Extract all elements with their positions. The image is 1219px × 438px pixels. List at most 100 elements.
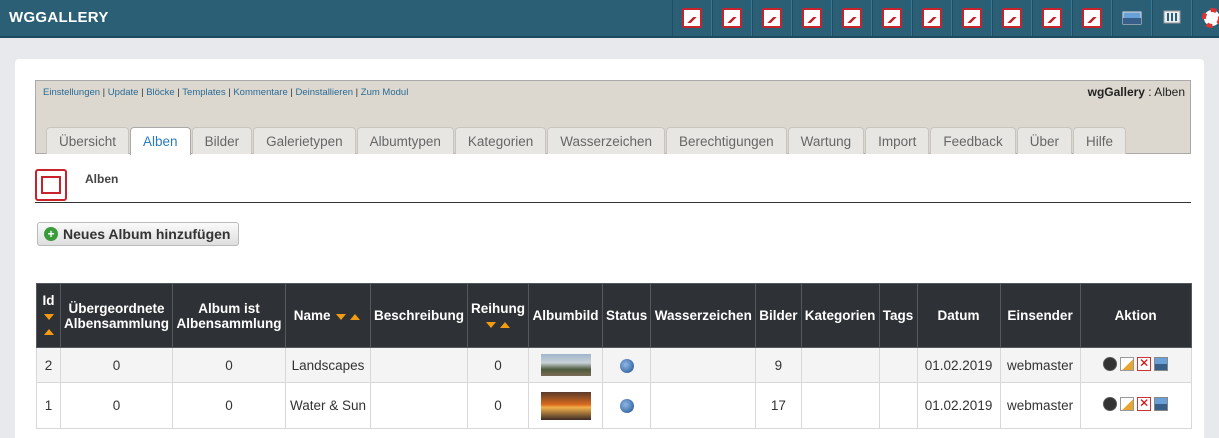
watermarks-icon[interactable] <box>912 0 952 36</box>
cell-status <box>602 347 652 383</box>
permissions-icon[interactable] <box>952 0 992 36</box>
edit-icon[interactable] <box>1120 397 1135 411</box>
tab-album-types[interactable]: Albumtypen <box>356 127 454 154</box>
images-icon[interactable] <box>752 0 792 36</box>
cell-actions <box>1079 347 1192 383</box>
link-templates[interactable]: Templates <box>182 87 225 98</box>
album-types-icon[interactable] <box>832 0 872 36</box>
help-lifebuoy-icon[interactable] <box>1192 0 1219 36</box>
table-header-row: Id Übergeordnete Albensammlung Album ist… <box>36 283 1192 348</box>
import-icon[interactable] <box>1032 0 1072 36</box>
status-online-icon[interactable] <box>619 358 634 373</box>
sort-asc-icon[interactable] <box>350 314 361 320</box>
link-uninstall[interactable]: Deinstallieren <box>295 87 353 98</box>
cell-submitter: webmaster <box>999 382 1081 429</box>
col-tags: Tags <box>878 283 918 348</box>
section-header: Alben <box>35 169 1191 203</box>
cell-date: 01.02.2019 <box>916 382 1001 429</box>
col-weight[interactable]: Reihung <box>467 283 530 348</box>
table-row: 2 0 0 Landscapes 0 9 01.02.2019 webmaste… <box>36 347 1192 383</box>
cell-id: 1 <box>36 382 61 429</box>
col-album-image: Albumbild <box>528 283 604 348</box>
col-parent: Übergeordnete Albensammlung <box>60 283 173 348</box>
tab-overview[interactable]: Übersicht <box>46 127 130 154</box>
link-blocks[interactable]: Blöcke <box>146 87 175 98</box>
link-comments[interactable]: Kommentare <box>233 87 287 98</box>
albums-table: Id Übergeordnete Albensammlung Album ist… <box>36 283 1192 429</box>
top-bar: WGGALLERY <box>0 0 1219 38</box>
tab-watermarks[interactable]: Wasserzeichen <box>547 127 666 154</box>
section-title: Alben <box>85 172 119 186</box>
tab-about[interactable]: Über <box>1016 127 1072 154</box>
edit-icon[interactable] <box>1120 356 1135 371</box>
status-online-icon[interactable] <box>619 399 634 414</box>
cell-actions <box>1079 382 1192 429</box>
view-icon[interactable] <box>1103 397 1118 411</box>
cell-description <box>369 347 469 383</box>
main-panel: Einstellungen | Update | Blöcke | Templa… <box>15 59 1204 438</box>
link-settings[interactable]: Einstellungen <box>43 87 100 98</box>
tab-maintenance[interactable]: Wartung <box>787 127 865 154</box>
tab-albums[interactable]: Alben <box>130 127 191 155</box>
cell-weight: 0 <box>467 382 530 429</box>
sort-desc-icon[interactable] <box>336 314 347 320</box>
cell-weight: 0 <box>467 347 530 383</box>
images-icon[interactable] <box>1154 356 1169 371</box>
add-album-label: Neues Album hinzufügen <box>63 226 231 242</box>
feedback-icon[interactable] <box>1072 0 1112 36</box>
sort-desc-icon[interactable] <box>43 314 54 320</box>
album-thumbnail[interactable] <box>540 391 591 420</box>
cell-album-image <box>528 382 604 429</box>
cell-is-collection: 0 <box>172 347 286 383</box>
col-submitter: Einsender <box>999 283 1081 348</box>
link-update[interactable]: Update <box>108 87 139 98</box>
admin-links: Einstellungen | Update | Blöcke | Templa… <box>43 87 409 98</box>
module-title: wgGallery : Alben <box>1087 85 1185 99</box>
cell-watermark <box>650 382 757 429</box>
view-icon[interactable] <box>1103 356 1118 371</box>
delete-icon[interactable] <box>1137 356 1152 371</box>
cell-status <box>602 382 652 429</box>
tab-bar: Übersicht Alben Bilder Galerietypen Albu… <box>46 127 1127 155</box>
tab-images[interactable]: Bilder <box>191 127 253 154</box>
table-row: 1 0 0 Water & Sun 0 17 01.02.2019 webmas… <box>36 382 1192 429</box>
tab-help[interactable]: Hilfe <box>1072 127 1126 154</box>
cell-watermark <box>650 347 757 383</box>
col-watermark: Wasserzeichen <box>650 283 757 348</box>
cell-album-image <box>528 347 604 383</box>
col-images: Bilder <box>755 283 802 348</box>
dashboard-icon[interactable] <box>672 0 712 36</box>
sort-asc-icon[interactable] <box>500 321 511 328</box>
col-actions: Aktion <box>1079 283 1192 348</box>
help-icon[interactable] <box>1152 0 1192 36</box>
images-icon[interactable] <box>1154 397 1169 411</box>
tab-categories[interactable]: Kategorien <box>454 127 547 154</box>
col-categories: Kategorien <box>800 283 880 348</box>
sort-asc-icon[interactable] <box>43 329 54 335</box>
gallery-types-icon[interactable] <box>792 0 832 36</box>
sort-desc-icon[interactable] <box>486 321 497 328</box>
tab-import[interactable]: Import <box>865 127 930 154</box>
col-id[interactable]: Id <box>36 283 61 348</box>
cell-submitter: webmaster <box>999 347 1081 383</box>
cell-tags <box>878 382 918 429</box>
col-name[interactable]: Name <box>285 283 371 348</box>
tab-gallery-types[interactable]: Galerietypen <box>253 127 356 154</box>
col-status: Status <box>602 283 652 348</box>
cell-description <box>369 382 469 429</box>
cell-tags <box>878 347 918 383</box>
delete-icon[interactable] <box>1137 396 1152 411</box>
about-icon[interactable] <box>1112 0 1152 36</box>
link-module[interactable]: Zum Modul <box>361 87 409 98</box>
add-album-button[interactable]: + Neues Album hinzufügen <box>37 222 240 246</box>
albums-icon[interactable] <box>712 0 752 36</box>
album-thumbnail[interactable] <box>540 354 591 376</box>
cell-parent: 0 <box>60 347 173 383</box>
maintenance-icon[interactable] <box>992 0 1032 36</box>
toolbar <box>672 0 1219 38</box>
col-description: Beschreibung <box>369 283 469 348</box>
col-is-collection: Album ist Albensammlung <box>172 283 286 348</box>
tab-permissions[interactable]: Berechtigungen <box>666 127 787 154</box>
tab-feedback[interactable]: Feedback <box>930 127 1016 154</box>
categories-icon[interactable] <box>872 0 912 36</box>
